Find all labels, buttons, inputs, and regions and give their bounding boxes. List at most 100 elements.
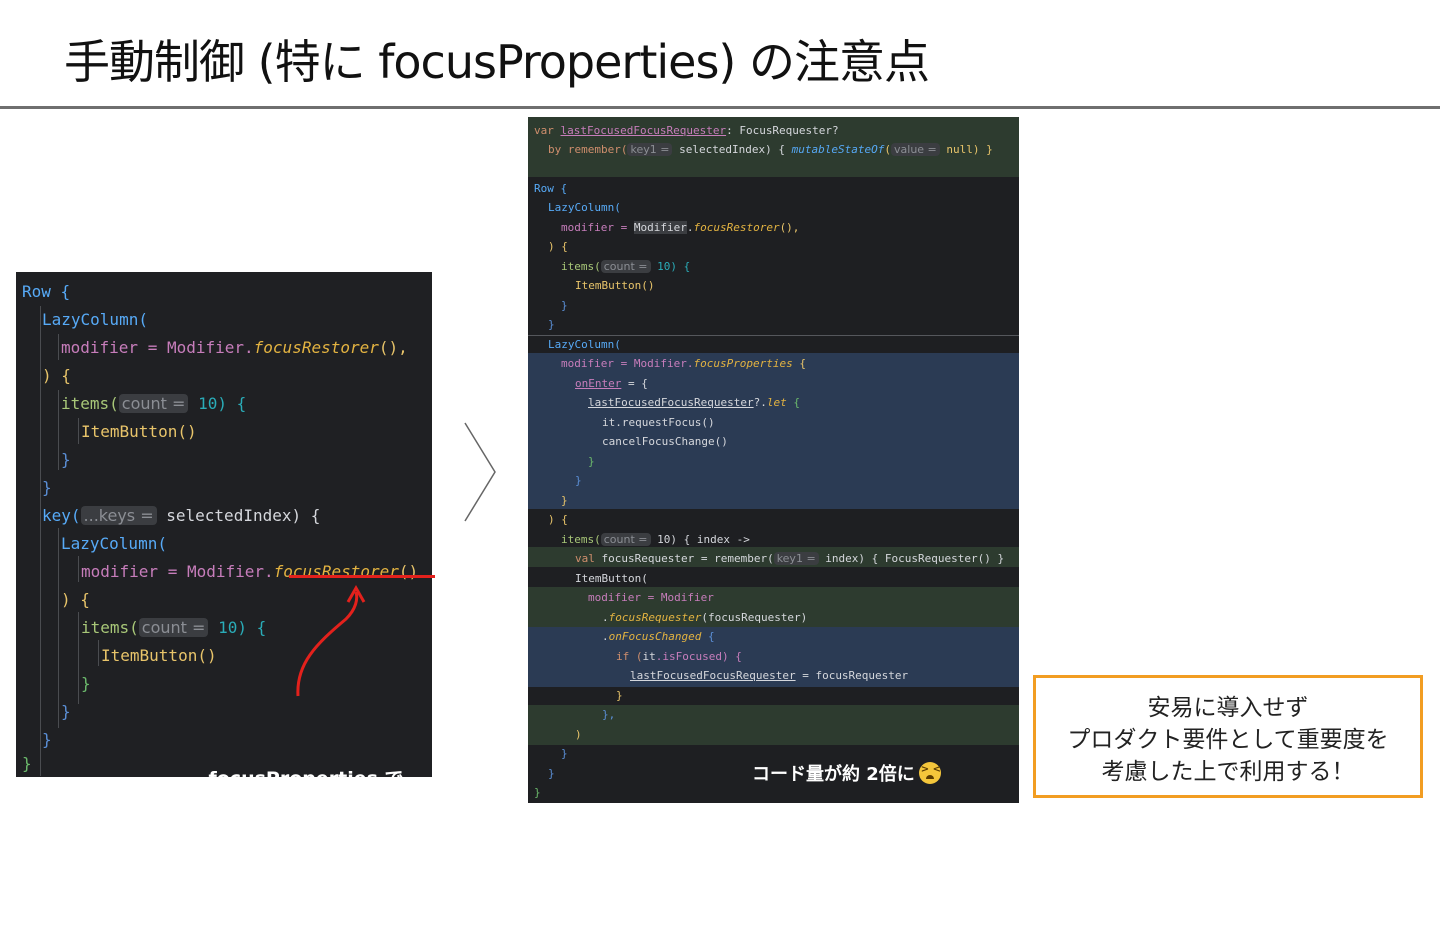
code-line: ItemButton(): [81, 423, 197, 441]
indent-guide: [58, 528, 59, 728]
code-line: cancelFocusChange(): [602, 435, 728, 448]
code-token: index) { FocusRequester() }: [818, 552, 1005, 565]
right-code-panel: var lastFocusedFocusRequester: FocusRequ…: [528, 117, 1019, 803]
code-token: selectedIndex) {: [672, 143, 792, 156]
code-line: LazyColumn(: [548, 338, 621, 351]
code-line: Row {: [22, 283, 70, 301]
code-line: modifier = Modifier.focusProperties {: [561, 357, 806, 370]
code-line: items(count = 10) { index ->: [561, 533, 750, 546]
code-line: }: [561, 494, 568, 507]
code-line: ) {: [548, 513, 568, 526]
code-token: }: [588, 455, 595, 468]
code-token: modifier = Modifier: [588, 591, 714, 604]
code-token: {: [792, 357, 807, 370]
code-token: ItemButton(): [575, 279, 655, 292]
code-token: }: [561, 494, 568, 507]
code-line: }: [81, 675, 91, 693]
code-line: ): [575, 728, 582, 741]
code-line: }: [561, 299, 568, 312]
code-token: ) {: [61, 590, 90, 609]
code-token: onEnter: [575, 377, 622, 390]
code-token: Row {: [534, 182, 568, 195]
code-token: .isFocused) {: [655, 650, 742, 663]
code-line: }: [61, 451, 71, 469]
code-token: it: [642, 650, 656, 663]
code-token: val: [575, 552, 602, 565]
code-token: modifier = Modifier.: [61, 338, 254, 357]
code-line: ) {: [42, 367, 71, 385]
slide-title: 手動制御 (特に focusProperties) の注意点: [64, 35, 930, 89]
code-token: LazyColumn(: [548, 201, 621, 214]
chevron-right-icon: [464, 422, 496, 522]
code-token: }: [561, 299, 568, 312]
code-token: mutableStateOf: [791, 143, 885, 156]
code-token: 10) {: [208, 618, 267, 637]
code-token: }: [42, 730, 52, 749]
code-line: }: [616, 689, 623, 702]
code-line: Row {: [534, 182, 567, 195]
code-line: LazyColumn(: [42, 311, 148, 329]
code-token: ItemButton(): [81, 422, 197, 441]
code-line: key(...keys = selectedIndex) {: [42, 506, 321, 525]
code-token: items(: [81, 618, 139, 637]
code-line: }: [575, 474, 582, 487]
code-token: .: [602, 611, 609, 624]
code-token: ItemButton(): [101, 646, 217, 665]
footnote: コード量が約 2倍に: [752, 760, 941, 786]
code-line: lastFocusedFocusRequester = focusRequest…: [630, 669, 908, 682]
code-token: }: [22, 754, 32, 773]
code-token: items(: [561, 260, 601, 273]
annotation-line: focusProperties で: [208, 768, 404, 790]
code-token: = focusRequester: [795, 669, 909, 682]
code-line: lastFocusedFocusRequester?.let {: [588, 396, 800, 409]
parameter-hint: count =: [118, 394, 189, 413]
code-token: }: [548, 318, 555, 331]
code-token: if (: [616, 650, 643, 663]
code-line: }: [42, 731, 52, 749]
code-token: (),: [779, 221, 800, 234]
code-token: = {: [621, 377, 648, 390]
code-token: }: [561, 747, 568, 760]
code-token: focusRestorer: [273, 562, 399, 581]
code-token: 10) {: [188, 394, 247, 413]
callout-line: プロダクト要件として重要度を: [1067, 727, 1389, 753]
code-token: null) }: [939, 143, 993, 156]
code-line: modifier = Modifier.focusRestorer(),: [561, 221, 799, 234]
code-token: focusRequester = remember(: [601, 552, 774, 565]
code-token: ItemButton(: [575, 572, 648, 585]
code-token: lastFocusedFocusRequester: [560, 124, 727, 137]
code-line: ) {: [548, 240, 568, 253]
callout-box: 安易に導入せず プロダクト要件として重要度を 考慮した上で利用する！: [1033, 675, 1423, 798]
code-token: focusRequester: [608, 611, 702, 624]
parameter-hint: count =: [600, 533, 651, 546]
code-token: var: [534, 124, 561, 137]
indent-guide: [58, 390, 59, 470]
code-token: selectedIndex) {: [156, 506, 321, 525]
code-line: LazyColumn(: [548, 201, 621, 214]
code-token: }: [61, 450, 71, 469]
code-token: items(: [561, 533, 601, 546]
code-line: items(count = 10) {: [561, 260, 690, 273]
code-token: it.requestFocus(): [602, 416, 715, 429]
code-line: by remember(key1 = selectedIndex) { muta…: [548, 143, 993, 156]
code-token: (focusRequester): [701, 611, 808, 624]
code-token: }: [616, 689, 623, 702]
code-line: ItemButton(): [575, 279, 654, 292]
code-line: items(count = 10) {: [61, 394, 247, 413]
parameter-hint: value =: [891, 143, 940, 156]
code-token: modifier =: [561, 221, 634, 234]
indent-guide: [98, 640, 99, 666]
code-line: }: [548, 767, 555, 780]
highlight-underline: [289, 575, 435, 578]
code-token: onFocusChanged: [608, 630, 702, 643]
code-token: LazyColumn(: [42, 310, 148, 329]
code-token: focusRestorer: [693, 221, 780, 234]
indent-guide: [78, 612, 79, 704]
indent-guide: [78, 418, 79, 444]
callout-line: 安易に導入せず: [1147, 695, 1309, 721]
parameter-hint: ...keys =: [80, 506, 157, 525]
code-token: Row {: [22, 282, 71, 301]
tired-face-icon: [918, 762, 941, 784]
code-token: (),: [378, 338, 408, 357]
code-line: }: [588, 455, 595, 468]
